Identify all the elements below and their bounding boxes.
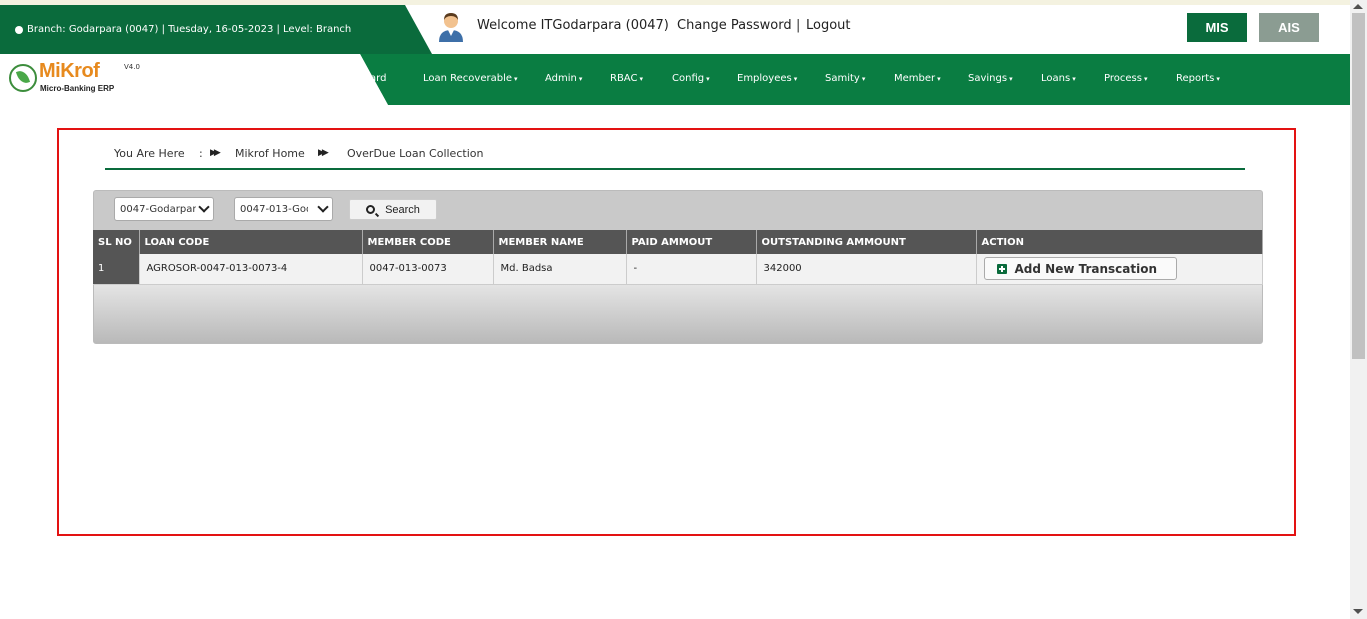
overdue-loan-table: SL NO LOAN CODE MEMBER CODE MEMBER NAME … (93, 230, 1263, 285)
cell-paid-amount: - (626, 254, 757, 285)
nav-item-process[interactable]: Process ▾ (1104, 73, 1147, 84)
top-stripe (0, 0, 1350, 5)
scroll-up-arrow-icon[interactable] (1353, 4, 1363, 9)
cell-action: Add New Transcation (976, 254, 1263, 285)
chevron-down-icon (198, 201, 210, 213)
col-header-sl-no: SL NO (93, 230, 140, 254)
nav-item-reports[interactable]: Reports ▾ (1176, 73, 1220, 84)
add-new-transaction-label: Add New Transcation (1014, 261, 1158, 276)
branch-info-bar: Branch: Godarpara (0047) | Tuesday, 16-0… (0, 5, 432, 54)
breadcrumb-divider (105, 168, 1245, 170)
search-button-label: Search (385, 203, 420, 216)
nav-item-savings[interactable]: Savings ▾ (968, 73, 1013, 84)
double-arrow-icon: ▶▶ (210, 148, 221, 158)
breadcrumb-colon: : (199, 147, 203, 160)
leaf-logo-icon (9, 64, 37, 92)
breadcrumb-prefix: You Are Here (114, 147, 185, 160)
logo-tagline: Micro-Banking ERP (40, 84, 115, 93)
nav-item-dashboard[interactable]: ard (370, 73, 386, 84)
cell-outstanding-amount: 342000 (756, 254, 977, 285)
col-header-outstanding-amount: OUTSTANDING AMMOUNT (756, 230, 977, 254)
search-icon (366, 205, 376, 214)
col-header-loan-code: LOAN CODE (139, 230, 363, 254)
branch-info-text: Branch: Godarpara (0047) | Tuesday, 16-0… (27, 24, 352, 35)
breadcrumb-current: OverDue Loan Collection (347, 147, 484, 160)
ais-button[interactable]: AIS (1259, 13, 1319, 42)
nav-item-samity[interactable]: Samity ▾ (825, 73, 865, 84)
nav-item-rbac[interactable]: RBAC ▾ (610, 73, 643, 84)
nav-item-loans[interactable]: Loans ▾ (1041, 73, 1076, 84)
col-header-member-name: MEMBER NAME (493, 230, 627, 254)
cell-member-code: 0047-013-0073 (362, 254, 494, 285)
search-button[interactable]: Search (349, 199, 437, 220)
samity-select-value: 0047-013-Godarpara (240, 203, 308, 215)
change-password-link[interactable]: Change Password (677, 18, 792, 33)
table-row: 1 AGROSOR-0047-013-0073-4 0047-013-0073 … (93, 254, 1263, 285)
branch-select-value: 0047-Godarpara (120, 203, 196, 215)
col-header-paid-amount: PAID AMMOUT (626, 230, 757, 254)
logo-version: V4.0 (124, 63, 140, 71)
nav-item-loan-recoverable[interactable]: Loan Recoverable ▾ (423, 73, 518, 84)
samity-select[interactable]: 0047-013-Godarpara (234, 197, 333, 221)
nav-item-employees[interactable]: Employees ▾ (737, 73, 797, 84)
cell-sl-no: 1 (93, 254, 140, 285)
add-new-transaction-button[interactable]: Add New Transcation (983, 257, 1177, 281)
col-header-action: ACTION (976, 230, 1263, 254)
scrollbar-thumb[interactable] (1352, 13, 1365, 359)
breadcrumb-home-link[interactable]: Mikrof Home (235, 147, 305, 160)
chevron-down-icon (317, 201, 329, 213)
cell-member-name: Md. Badsa (493, 254, 627, 285)
logo-name[interactable]: MiKrof (39, 60, 100, 83)
col-header-member-code: MEMBER CODE (362, 230, 494, 254)
plus-icon (996, 263, 1007, 274)
nav-item-admin[interactable]: Admin ▾ (545, 73, 582, 84)
mis-button[interactable]: MIS (1187, 13, 1247, 42)
globe-icon (15, 25, 23, 34)
scroll-down-arrow-icon[interactable] (1353, 609, 1363, 614)
logout-link[interactable]: Logout (806, 18, 851, 33)
nav-item-config[interactable]: Config ▾ (672, 73, 710, 84)
welcome-text: Welcome ITGodarpara (0047) (477, 18, 669, 33)
nav-item-member[interactable]: Member ▾ (894, 73, 941, 84)
table-header-row: SL NO LOAN CODE MEMBER CODE MEMBER NAME … (93, 230, 1263, 254)
user-avatar-icon (439, 13, 463, 42)
header-separator: | (796, 18, 801, 33)
double-arrow-icon: ▶▶ (318, 148, 329, 158)
cell-loan-code: AGROSOR-0047-013-0073-4 (139, 254, 363, 285)
branch-select[interactable]: 0047-Godarpara (114, 197, 214, 221)
